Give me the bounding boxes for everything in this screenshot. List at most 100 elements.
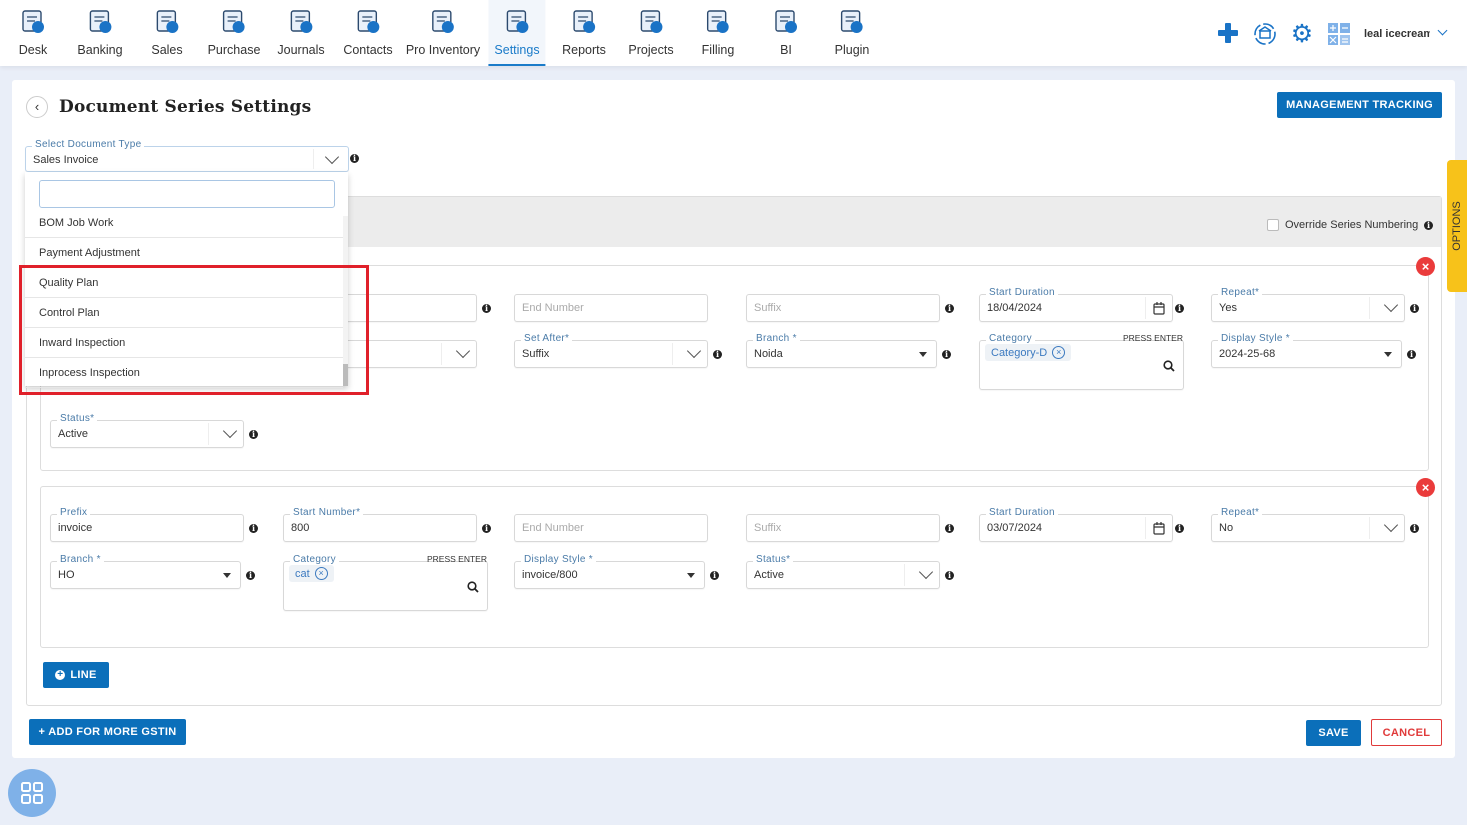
field-label: Category	[986, 333, 1035, 344]
nav-item-journals[interactable]: Journals	[271, 0, 330, 66]
field-value: invoice	[58, 522, 93, 534]
filling-icon	[707, 10, 729, 33]
plus-circle-icon: +	[55, 669, 66, 680]
plugin-icon	[841, 10, 863, 33]
info-icon: i	[249, 524, 258, 533]
field-value: No	[1219, 522, 1234, 534]
remove-chip-icon[interactable]: ×	[1052, 346, 1066, 359]
dropdown-option[interactable]: Payment Adjustment	[25, 238, 343, 268]
field-label: Repeat*	[1218, 287, 1263, 298]
field-value: 2024-25-68	[1219, 348, 1276, 360]
add-more-gstin-button[interactable]: + ADD FOR MORE GSTIN	[29, 719, 186, 745]
start-number-input[interactable]: Start Number* 800	[283, 507, 477, 542]
nav-item-sales[interactable]: Sales	[145, 0, 188, 66]
nav-item-purchase[interactable]: Purchase	[202, 0, 267, 66]
field-label: Repeat*	[1218, 507, 1263, 518]
suffix-input[interactable]: Suffix	[746, 294, 940, 322]
press-enter-hint: PRESS ENTER	[1123, 333, 1183, 343]
calculator-icon[interactable]	[1328, 23, 1350, 45]
search-icon[interactable]	[1163, 360, 1175, 372]
save-button[interactable]: SAVE	[1306, 720, 1361, 746]
info-icon: i	[482, 304, 491, 313]
field-label: Branch *	[57, 554, 104, 565]
desk-icon	[22, 10, 44, 33]
start-duration-input[interactable]: Start Duration 18/04/2024	[979, 287, 1173, 322]
reports-icon	[573, 10, 595, 33]
nav-item-pro-inventory[interactable]: Pro Inventory	[400, 0, 486, 66]
override-checkbox[interactable]	[1267, 219, 1279, 231]
branch-select[interactable]: Branch * Noida	[746, 333, 937, 368]
category-select[interactable]: Category PRESS ENTER cat ×	[283, 554, 488, 611]
remove-series-button[interactable]: ×	[1416, 478, 1435, 497]
chevron-down-icon	[222, 423, 238, 439]
cancel-button[interactable]: CANCEL	[1371, 719, 1442, 746]
nav-item-contacts[interactable]: Contacts	[337, 0, 398, 66]
end-number-input[interactable]: End Number	[514, 294, 708, 322]
management-tracking-button[interactable]: MANAGEMENT TRACKING	[1277, 92, 1442, 118]
sales-icon	[156, 10, 178, 33]
nav-label: Filling	[701, 43, 735, 57]
nav-label: Settings	[494, 43, 540, 57]
dropdown-search-input[interactable]	[39, 180, 335, 208]
chip-label: Category-D	[991, 346, 1048, 359]
bank-sync-icon[interactable]	[1252, 21, 1278, 47]
field-value: Noida	[754, 348, 783, 360]
calendar-icon[interactable]	[1153, 522, 1165, 535]
bank-icon	[89, 10, 111, 33]
nav-label: Projects	[628, 43, 674, 57]
back-button[interactable]: ‹	[26, 96, 48, 118]
prefix-input[interactable]: Prefix invoice	[50, 507, 244, 542]
suffix-input[interactable]: Suffix	[746, 514, 940, 542]
info-icon: i	[1407, 350, 1416, 359]
remove-chip-icon[interactable]: ×	[314, 567, 328, 580]
remove-series-button[interactable]: ×	[1416, 257, 1435, 276]
info-icon: i	[1410, 524, 1419, 533]
search-icon[interactable]	[467, 581, 479, 593]
repeat-select[interactable]: Repeat* No	[1211, 507, 1405, 542]
bi-icon	[775, 10, 797, 33]
display-style-select[interactable]: Display Style * invoice/800	[514, 554, 705, 589]
status-select[interactable]: Status* Active	[746, 554, 940, 589]
field-label: Start Number*	[290, 507, 364, 518]
nav-item-plugin[interactable]: Plugin	[829, 0, 876, 66]
category-chip: cat ×	[289, 565, 334, 582]
nav-label: Sales	[151, 43, 183, 57]
end-number-input[interactable]: End Number	[514, 514, 708, 542]
add-line-button[interactable]: + LINE	[43, 662, 109, 688]
info-icon: i	[942, 350, 951, 359]
start-duration-input[interactable]: Start Duration 03/07/2024	[979, 507, 1173, 542]
nav-label: Pro Inventory	[405, 43, 481, 57]
category-select[interactable]: Category PRESS ENTER Category-D ×	[979, 333, 1184, 390]
apps-grid-button[interactable]	[8, 769, 56, 817]
company-name[interactable]: leal icecream	[1364, 28, 1430, 40]
nav-item-reports[interactable]: Reports	[556, 0, 612, 66]
status-select[interactable]: Status* Active	[50, 413, 244, 448]
chevron-down-icon	[324, 149, 340, 165]
nav-item-banking[interactable]: Banking	[71, 0, 128, 66]
options-tab[interactable]: OPTIONS	[1447, 160, 1467, 292]
chip-label: cat	[295, 567, 310, 580]
add-icon[interactable]	[1217, 22, 1239, 44]
nav-item-bi[interactable]: BI	[765, 0, 807, 66]
nav-label: BI	[780, 43, 792, 57]
document-type-select[interactable]: Select Document Type Sales Invoice	[25, 139, 349, 172]
nav-label: Reports	[562, 43, 606, 57]
gear-icon[interactable]: ⚙	[1289, 21, 1315, 47]
dropdown-option[interactable]: BOM Job Work	[25, 208, 343, 238]
nav-item-projects[interactable]: Projects	[622, 0, 679, 66]
chevron-down-icon	[1383, 297, 1399, 313]
grid-icon	[21, 782, 43, 804]
branch-select[interactable]: Branch * HO	[50, 554, 241, 589]
nav-item-settings[interactable]: Settings	[488, 0, 546, 66]
nav-item-filling[interactable]: Filling	[696, 0, 741, 66]
field-placeholder: End Number	[522, 302, 584, 314]
calendar-icon[interactable]	[1153, 302, 1165, 315]
nav-item-desk[interactable]: Desk	[12, 0, 54, 66]
field-label: Branch *	[753, 333, 800, 344]
set-after-select[interactable]: Set After* Suffix	[514, 333, 708, 368]
caret-down-icon	[687, 573, 695, 578]
info-icon: i	[945, 524, 954, 533]
display-style-select[interactable]: Display Style * 2024-25-68	[1211, 333, 1402, 368]
nav-label: Plugin	[834, 43, 870, 57]
repeat-select[interactable]: Repeat* Yes	[1211, 287, 1405, 322]
